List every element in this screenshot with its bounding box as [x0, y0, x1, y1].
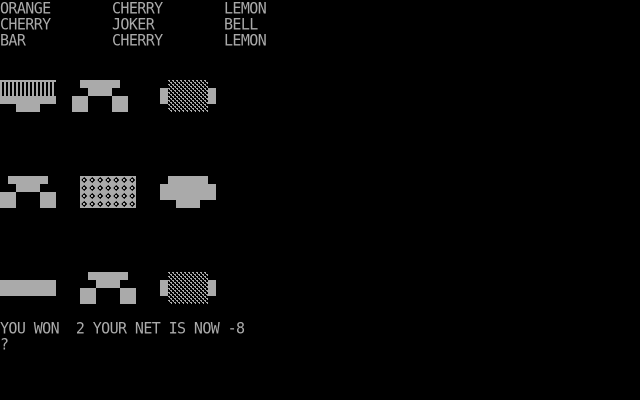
- cherry-joint: [96, 280, 120, 288]
- reel-name-r3-c2: CHERRY: [112, 30, 163, 50]
- result-message: YOU WON 2 YOUR NET IS NOW -8: [0, 318, 245, 338]
- game-screen: ORANGE CHERRY LEMON CHERRY JOKER BELL BA…: [0, 0, 640, 400]
- reel-name-r3-c3: LEMON: [224, 30, 267, 50]
- lemon-cap-right: [208, 280, 216, 296]
- symbol-r1-c2: [72, 80, 128, 112]
- cherry-left: [72, 96, 88, 112]
- symbol-r1-c3: [160, 80, 216, 112]
- symbol-r3-c2: [80, 272, 136, 304]
- orange-icon: [0, 80, 56, 112]
- orange-base: [16, 104, 40, 112]
- lemon-icon: [160, 80, 216, 112]
- lemon-icon: [160, 272, 216, 304]
- bell-body: [160, 184, 216, 200]
- cherry-right: [120, 288, 136, 304]
- orange-top: [0, 80, 56, 96]
- symbol-r1-c1: [0, 80, 56, 112]
- cherry-left: [0, 192, 16, 208]
- cherry-stem: [80, 80, 120, 88]
- cherry-icon: [0, 176, 56, 208]
- lemon-cap-right: [208, 88, 216, 104]
- symbol-r3-c3: [160, 272, 216, 304]
- bar-body: [0, 280, 56, 296]
- bell-base: [176, 200, 200, 208]
- bell-icon: [160, 176, 216, 208]
- joker-body: [80, 176, 136, 208]
- orange-rim: [0, 80, 56, 82]
- cherry-right: [40, 192, 56, 208]
- lemon-body: [168, 272, 208, 304]
- cherry-joint: [16, 184, 40, 192]
- lemon-body: [168, 80, 208, 112]
- input-prompt[interactable]: ?: [0, 336, 9, 353]
- orange-body: [0, 96, 56, 104]
- symbol-r2-c1: [0, 176, 56, 208]
- cherry-icon: [72, 80, 128, 112]
- lemon-cap-left: [160, 88, 168, 104]
- bar-icon: [0, 280, 56, 296]
- cherry-icon: [80, 272, 136, 304]
- cherry-joint: [88, 88, 112, 96]
- joker-icon: [80, 176, 136, 208]
- cherry-right: [112, 96, 128, 112]
- reel-name-r3-c1: BAR: [0, 30, 26, 50]
- cherry-stem: [8, 176, 48, 184]
- symbol-r3-c1: [0, 272, 56, 304]
- lemon-cap-left: [160, 280, 168, 296]
- cherry-left: [80, 288, 96, 304]
- bell-top: [168, 176, 208, 184]
- symbol-r2-c3: [160, 176, 216, 208]
- symbol-r2-c2: [80, 176, 136, 208]
- cherry-stem: [88, 272, 128, 280]
